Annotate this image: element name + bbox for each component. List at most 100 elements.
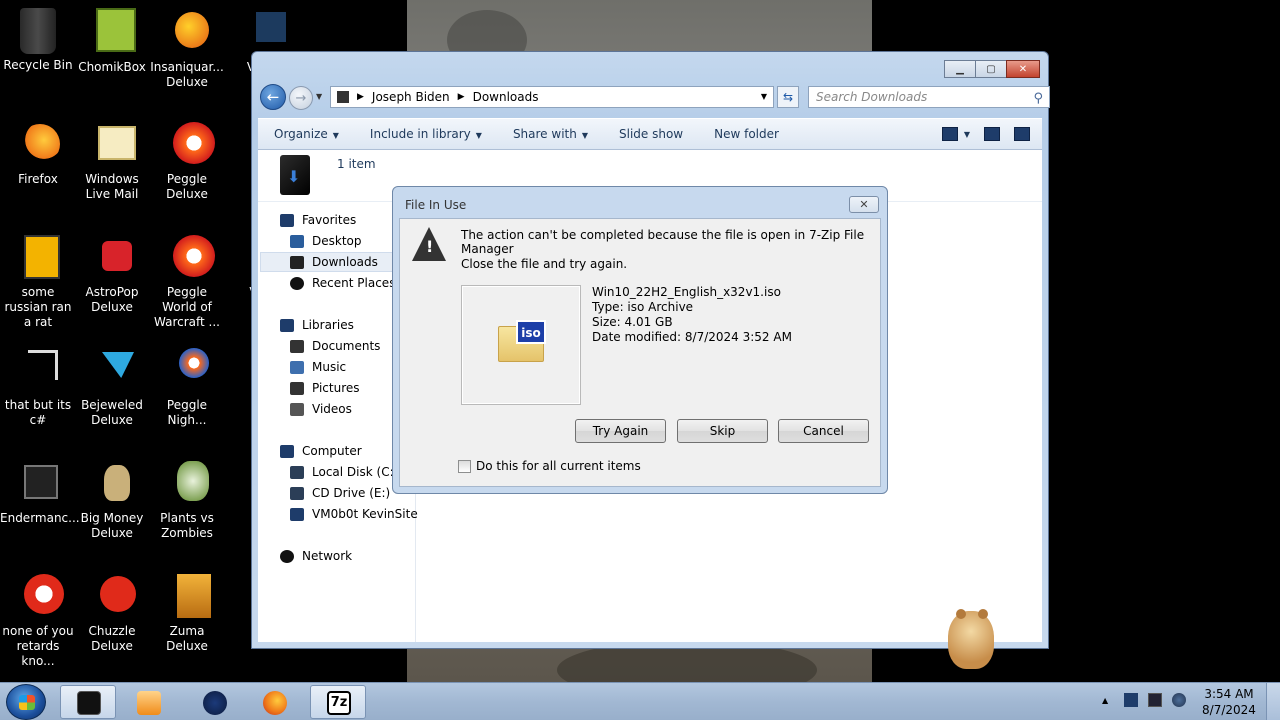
checkbox-label: Do this for all current items [476,459,641,473]
desktop-icon-chuzzle[interactable]: Chuzzle Deluxe [74,572,150,654]
desktop-icon-plants-vs-zombies[interactable]: Plants vs Zombies [149,459,225,541]
dialog-body: ! The action can't be completed because … [399,218,881,487]
desktop-icon-peggle[interactable]: Peggle Deluxe [149,120,225,202]
nav-label: Documents [312,339,381,353]
dialog-close-button[interactable]: ✕ [849,196,879,213]
nav-downloads[interactable]: Downloads [260,252,412,272]
nav-label: Local Disk (C:) [312,465,399,479]
download-arrow-icon: ⬇ [287,167,301,186]
taskbar-explorer[interactable] [60,685,116,719]
nav-label: Computer [302,444,362,458]
desktop-icon-russian-rat[interactable]: some russian ran a rat [0,233,76,330]
desktop-icon-label: ChomikBox [78,60,146,74]
desktop-icon-peggle-wow[interactable]: Peggle World of Warcraft ... [149,233,225,330]
share-with-button[interactable]: Share with ▼ [497,127,603,141]
desktop-icon-label: AstroPop Deluxe [85,285,139,314]
nav-network-share[interactable]: VM0b0t KevinSite [290,504,418,524]
nav-cd-drive[interactable]: CD Drive (E:) [290,483,390,503]
desktop-icon-label: Bejeweled Deluxe [81,398,143,427]
desktop-icon-label: Zuma Deluxe [166,624,208,653]
new-folder-button[interactable]: New folder [698,127,794,141]
search-icon[interactable]: ⚲ [1033,89,1043,109]
nav-pictures[interactable]: Pictures [290,378,360,398]
apply-to-all-checkbox[interactable]: Do this for all current items [458,459,641,473]
volume-icon[interactable] [1172,693,1186,707]
chevron-down-icon[interactable]: ▼ [964,130,970,139]
desktop-icon-firefox[interactable]: Firefox [0,120,76,187]
nav-label: Pictures [312,381,360,395]
clock[interactable]: 3:54 AM 8/7/2024 [1196,686,1262,718]
desktop-icon-big-money[interactable]: Big Money Deluxe [74,459,150,541]
desktop-icon-bejeweled[interactable]: Bejeweled Deluxe [74,346,150,428]
close-button[interactable]: ✕ [1006,60,1040,78]
show-desktop-button[interactable] [1266,683,1280,720]
desktop-icon-astropop[interactable]: AstroPop Deluxe [74,233,150,315]
desktop-icon-chomikbox[interactable]: ChomikBox [74,8,150,75]
firefox-icon [263,691,287,715]
nav-libraries[interactable]: Libraries [280,315,354,335]
refresh-button[interactable]: ⇆ [777,86,799,108]
search-input[interactable]: Search Downloads ⚲ [808,86,1050,108]
nav-local-disk[interactable]: Local Disk (C:) [290,462,398,482]
tray-app-icon[interactable] [1124,693,1138,707]
checkbox-box[interactable] [458,459,471,473]
recent-places-icon [290,276,304,290]
start-button[interactable] [6,684,46,720]
maximize-button[interactable]: ▢ [975,60,1007,78]
desktop-icon-peggle-nights[interactable]: Peggle Nigh... [149,346,225,428]
desktop-icon-windows-live-mail[interactable]: Windows Live Mail [74,120,150,202]
chevron-right-icon[interactable]: ▶ [458,92,465,102]
taskbar-media-player[interactable] [120,685,176,719]
nav-label: Network [302,549,353,563]
show-hidden-icons-icon[interactable]: ▲ [1102,696,1116,710]
chevron-down-icon: ▼ [581,131,588,140]
desktop-icon-zuma[interactable]: Zuma Deluxe [149,572,225,654]
nav-documents[interactable]: Documents [290,336,380,356]
desktop-icon-endermanc[interactable]: Endermanc... [0,459,80,526]
file-in-use-dialog[interactable]: File In Use ✕ ! The action can't be comp… [392,186,888,494]
nav-label: Libraries [302,318,354,332]
clock-date: 8/7/2024 [1202,703,1256,717]
file-info: Win10_22H2_English_x32v1.iso Type: iso A… [592,285,792,345]
skip-button[interactable]: Skip [677,419,768,443]
back-button[interactable]: ← [260,84,286,110]
taskbar-wmp[interactable] [186,685,242,719]
try-again-button[interactable]: Try Again [575,419,666,443]
organize-button[interactable]: Organize ▼ [258,127,354,141]
include-in-library-button[interactable]: Include in library ▼ [354,127,497,141]
breadcrumb-item[interactable]: Joseph Biden [372,90,450,104]
nav-favorites[interactable]: Favorites [280,210,356,230]
nav-music[interactable]: Music [290,357,346,377]
taskbar-firefox[interactable] [246,685,302,719]
desktop-icon-none-of-you[interactable]: none of you retards kno... [0,572,76,669]
forward-button[interactable]: → [289,86,313,110]
preview-pane-icon[interactable] [984,127,1000,141]
peggle-icon [163,120,215,168]
nav-computer[interactable]: Computer [280,441,362,461]
nav-videos[interactable]: Videos [290,399,352,419]
taskbar-7zip[interactable]: 7z [310,685,366,719]
change-view-icon[interactable] [941,127,958,141]
recent-pages-dropdown[interactable]: ▼ [316,92,322,101]
network-tray-icon[interactable] [1148,693,1162,707]
help-icon[interactable] [1014,127,1030,141]
media-player-icon [137,691,161,715]
hamster-gadget [940,605,1004,681]
breadcrumb-item[interactable]: Downloads [473,90,539,104]
recycle-bin-icon [20,8,56,54]
desktop-icon-recycle-bin[interactable]: Recycle Bin [0,8,76,73]
chevron-down-icon[interactable]: ▼ [761,92,767,101]
desktop-icon-insaniquarium[interactable]: Insaniquar... Deluxe [149,8,225,90]
window-controls: ▁ ▢ ✕ [944,60,1040,78]
nav-network[interactable]: Network [280,546,352,566]
cancel-button[interactable]: Cancel [778,419,869,443]
nav-desktop[interactable]: Desktop [290,231,362,251]
minimize-button[interactable]: ▁ [944,60,976,78]
dialog-instruction: Close the file and try again. [461,257,628,271]
chevron-right-icon[interactable]: ▶ [357,92,364,102]
address-bar[interactable]: ▶ Joseph Biden ▶ Downloads ▼ [330,86,774,108]
nav-label: Recent Places [312,276,396,290]
slide-show-button[interactable]: Slide show [603,127,698,141]
nav-recent-places[interactable]: Recent Places [290,273,395,293]
desktop-icon-c-sharp[interactable]: that but its c# [0,346,76,428]
